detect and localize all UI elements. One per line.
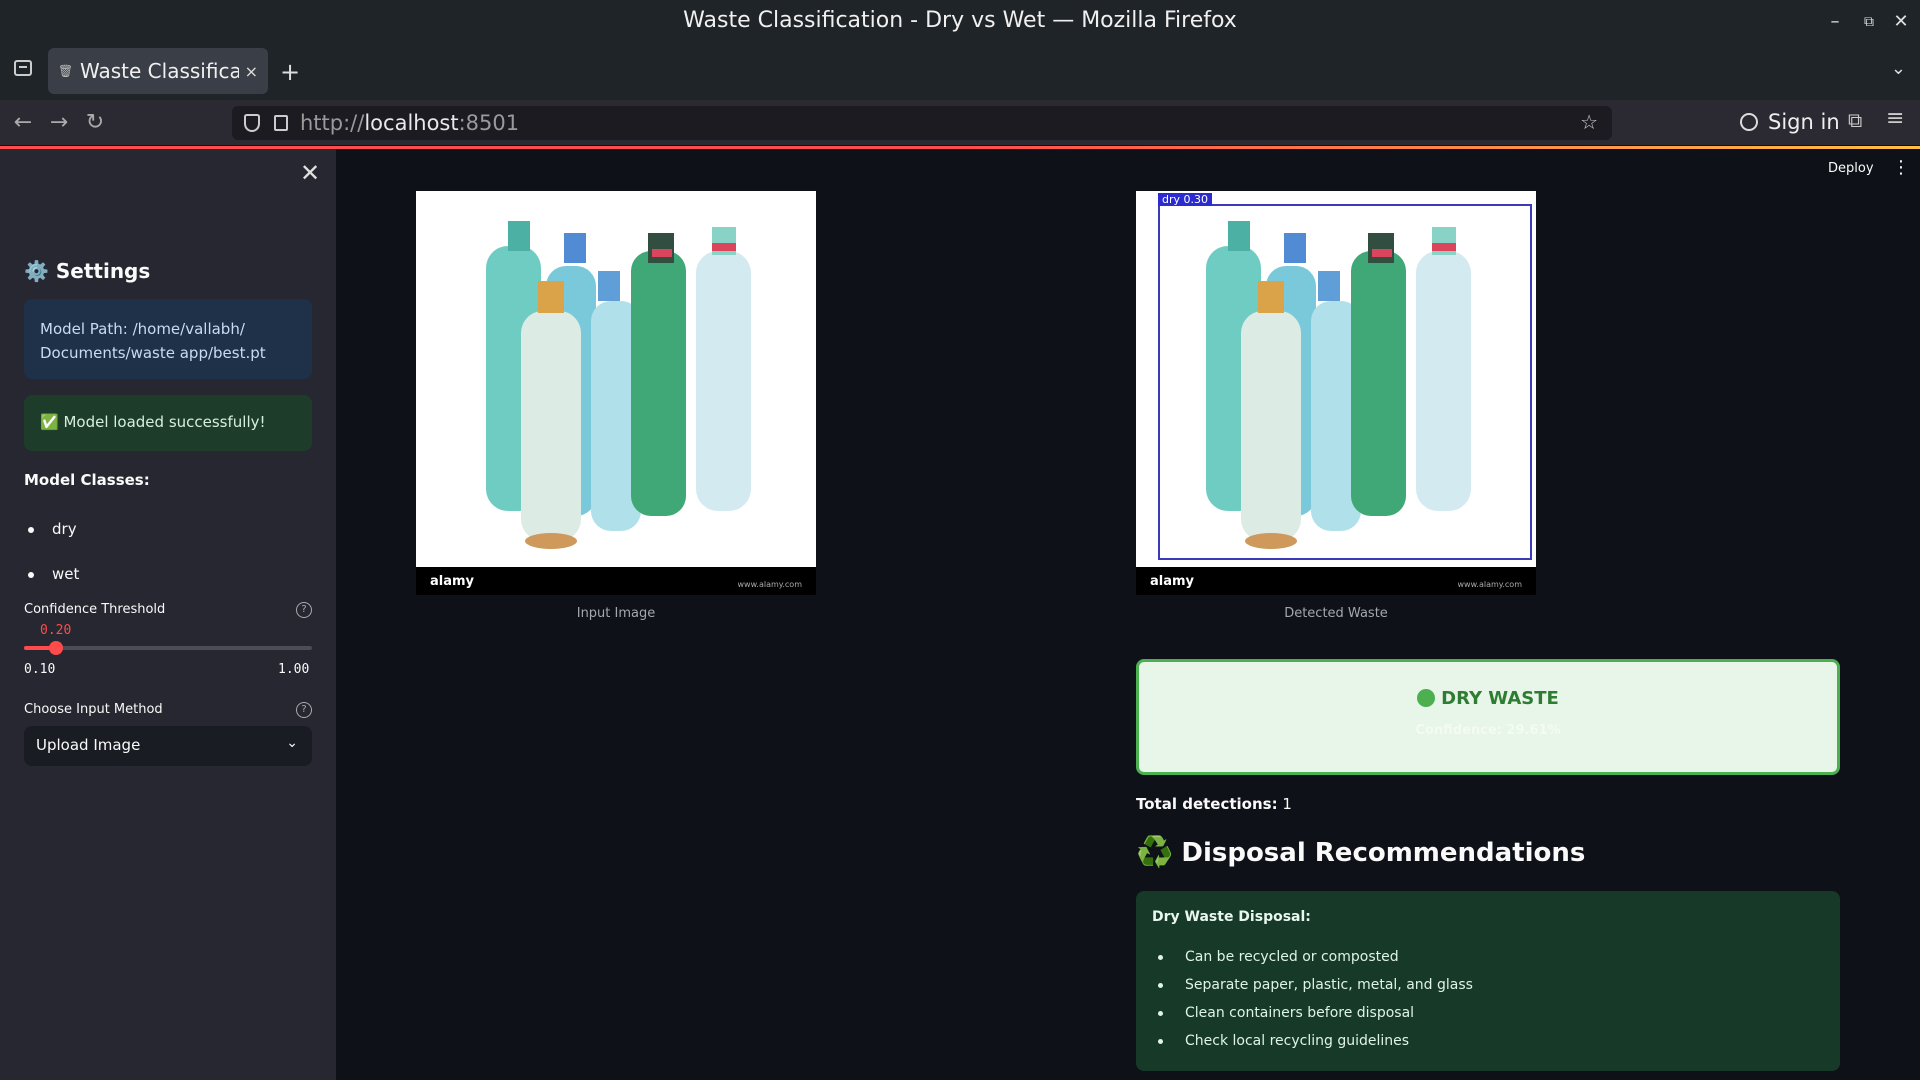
bottles-illustration [486, 221, 751, 549]
input-image-caption: Input Image [576, 606, 656, 621]
wastebasket-icon: 🗑 [58, 64, 74, 78]
navigation-bar: ← → ↻ http://localhost:8501 ☆ Sign in ⧉ … [0, 100, 1920, 146]
close-sidebar-icon[interactable]: ✕ [300, 159, 320, 187]
url-text[interactable]: http://localhost:8501 [300, 111, 519, 135]
result-confidence: Confidence: 29.61% [1415, 723, 1561, 738]
result-title: DRY WASTE [1139, 688, 1837, 709]
model-status-success: ✅ Model loaded successfully! [24, 395, 312, 451]
confidence-threshold-label: Confidence Threshold [24, 602, 166, 617]
main-content: Deploy ⋮ alamy www.alamy.com Input Image… [336, 149, 1920, 1080]
help-icon[interactable]: ? [296, 702, 312, 718]
chevron-down-icon: ⌄ [286, 735, 298, 751]
sign-in-button[interactable]: Sign in [1740, 110, 1840, 134]
chevron-down-icon[interactable]: ⌄ [1891, 58, 1906, 79]
title-bar: Waste Classification - Dry vs Wet — Mozi… [0, 0, 1920, 44]
restore-button[interactable]: ⧉ [1857, 10, 1881, 34]
list-item: Check local recycling guidelines [1152, 1027, 1824, 1055]
input-method-select[interactable]: Upload Image ⌄ [24, 726, 312, 766]
disposal-item-text: Clean containers before disposal [1185, 1005, 1415, 1021]
list-item: Separate paper, plastic, metal, and glas… [1152, 971, 1824, 999]
more-vertical-icon[interactable]: ⋮ [1892, 157, 1910, 178]
green-circle-icon [1417, 689, 1436, 707]
tab-bar: 🗑 Waste Classificati × + ⌄ [0, 44, 1920, 100]
slider-thumb[interactable] [48, 641, 63, 655]
tab-label: Waste Classificati [80, 59, 239, 83]
result-label: DRY WASTE [1441, 688, 1559, 709]
deploy-button[interactable]: Deploy [1828, 161, 1874, 176]
model-path-info: Model Path: /home/vallabh/ Documents/was… [24, 299, 312, 379]
page-info-icon[interactable] [274, 115, 288, 131]
list-item: Clean containers before disposal [1152, 999, 1824, 1027]
detection-label: dry 0.30 [1158, 193, 1213, 206]
sidebar: ✕ ⚙️ Settings Model Path: /home/vallabh/… [0, 149, 336, 1080]
detected-image: dry 0.30 alamy www.alamy.com [1136, 191, 1536, 595]
url-bar[interactable]: http://localhost:8501 ☆ [232, 106, 1612, 140]
list-item: Can be recycled or composted [1152, 943, 1824, 971]
detections-label: Total detections: [1136, 795, 1278, 813]
confidence-slider[interactable] [24, 641, 312, 655]
disposal-item-text: Can be recycled or composted [1185, 949, 1399, 965]
image-brand-text: alamy [1150, 574, 1195, 589]
window-title: Waste Classification - Dry vs Wet — Mozi… [683, 8, 1237, 33]
image-watermark-text: www.alamy.com [1457, 580, 1522, 589]
selected-method: Upload Image [36, 736, 141, 754]
detected-image-caption: Detected Waste [1284, 606, 1388, 621]
image-watermark-text: www.alamy.com [737, 580, 802, 589]
settings-label: Settings [55, 259, 151, 283]
slider-min: 0.10 [24, 662, 56, 677]
tab-waste-classification[interactable]: 🗑 Waste Classificati × [48, 48, 268, 94]
model-classes-title: Model Classes: [24, 471, 150, 489]
class-label: dry [52, 520, 77, 538]
account-icon [1740, 113, 1758, 131]
reload-icon[interactable]: ↻ [80, 108, 110, 138]
classification-result-card: DRY WASTE Confidence: 29.61% [1136, 659, 1840, 775]
gear-icon: ⚙️ [24, 259, 49, 283]
disposal-heading: ♻️ Disposal Recommendations [1136, 835, 1585, 870]
detection-bounding-box: dry 0.30 [1158, 193, 1532, 560]
tab-close-icon[interactable]: × [245, 62, 258, 81]
extensions-icon[interactable]: ⧉ [1848, 108, 1862, 132]
sign-in-label: Sign in [1768, 110, 1840, 134]
input-method-label: Choose Input Method [24, 702, 163, 717]
url-scheme: http:// [300, 111, 365, 135]
help-icon[interactable]: ? [296, 602, 312, 618]
disposal-card-title: Dry Waste Disposal: [1152, 909, 1311, 925]
tab-list-icon[interactable] [14, 60, 32, 76]
minimize-button[interactable]: – [1823, 10, 1847, 34]
url-host: localhost [364, 111, 459, 135]
input-image: alamy www.alamy.com [416, 191, 816, 595]
total-detections: Total detections: 1 [1136, 795, 1292, 813]
disposal-list: Can be recycled or composted Separate pa… [1152, 943, 1824, 1055]
disposal-card: Dry Waste Disposal: Can be recycled or c… [1136, 891, 1840, 1071]
disposal-item-text: Separate paper, plastic, metal, and glas… [1185, 977, 1473, 993]
list-item: wet [28, 565, 79, 583]
new-tab-button[interactable]: + [280, 58, 300, 86]
back-arrow-icon[interactable]: ← [8, 108, 38, 138]
disposal-item-text: Check local recycling guidelines [1185, 1033, 1410, 1049]
star-icon[interactable]: ☆ [1580, 110, 1598, 134]
detections-value: 1 [1282, 795, 1292, 813]
recycle-icon: ♻️ [1136, 835, 1174, 870]
class-label: wet [52, 565, 80, 583]
disposal-heading-text: Disposal Recommendations [1181, 837, 1586, 868]
close-window-button[interactable]: ✕ [1889, 10, 1913, 34]
image-brand-text: alamy [430, 574, 475, 589]
forward-arrow-icon[interactable]: → [44, 108, 74, 138]
hamburger-menu-icon[interactable]: ≡ [1886, 106, 1904, 131]
list-item: dry [28, 520, 77, 538]
slider-max: 1.00 [278, 662, 310, 677]
confidence-value: 0.20 [40, 623, 72, 638]
shield-icon[interactable] [244, 114, 260, 132]
url-port: :8501 [458, 111, 520, 135]
settings-title: ⚙️ Settings [24, 259, 150, 283]
